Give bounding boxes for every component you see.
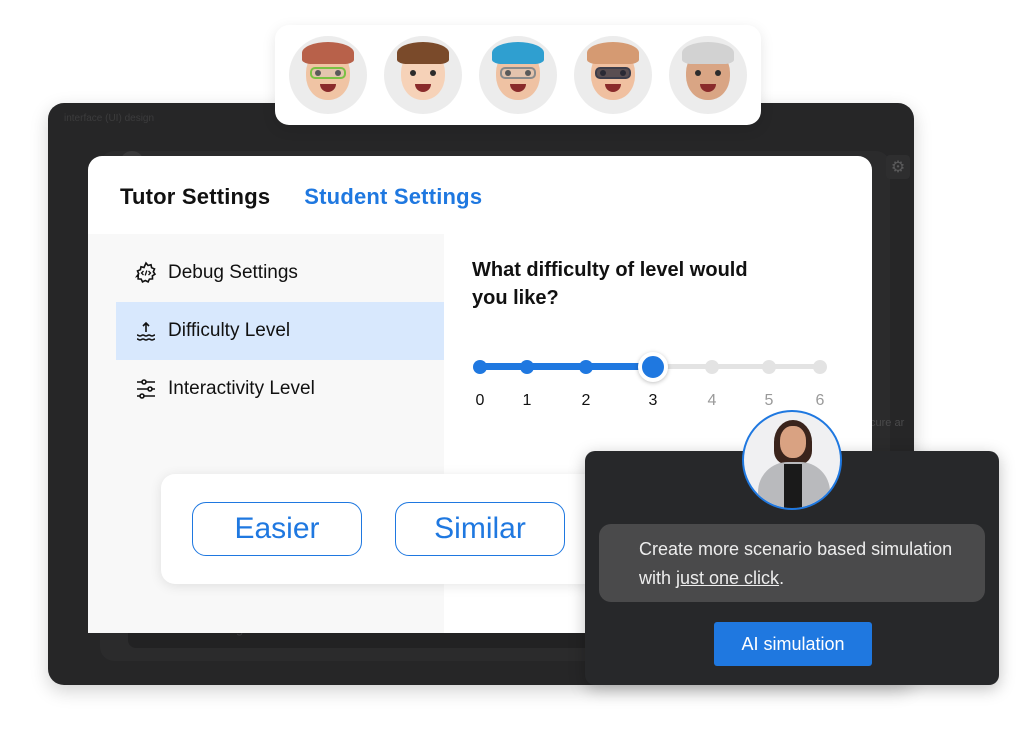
tutor-avatar — [742, 410, 842, 510]
sidebar-item-difficulty-level[interactable]: Difficulty Level — [116, 302, 444, 360]
avatar-mouth — [605, 84, 621, 92]
gear-icon[interactable]: ⚙ — [886, 155, 910, 179]
sidebar-item-debug-settings[interactable]: Debug Settings — [116, 244, 444, 302]
ai-text-after: . — [779, 568, 785, 588]
sidebar-item-label: Debug Settings — [168, 262, 298, 283]
debug-gear-icon — [134, 261, 158, 285]
avatar-mouth — [700, 84, 716, 92]
avatar-memoji-glasses-boy[interactable] — [289, 36, 367, 114]
slider-tick-label: 0 — [475, 392, 485, 409]
avatar-face — [492, 42, 544, 100]
ai-promo-text: Create more scenario based simulation wi… — [599, 524, 985, 602]
slider-track-fill — [480, 363, 653, 370]
difficulty-question: What difficulty of level would you like? — [472, 259, 748, 309]
avatar-hair — [492, 42, 544, 64]
avatar-glasses — [500, 67, 536, 79]
avatar-hair — [682, 42, 734, 64]
avatar-eyes — [410, 70, 436, 76]
just-one-click-link[interactable]: just one click — [676, 568, 779, 588]
slider-tick-label: 5 — [764, 392, 774, 409]
avatar-face — [587, 42, 639, 100]
avatar-mouth — [510, 84, 526, 92]
tab-tutor-settings[interactable]: Tutor Settings — [120, 184, 270, 210]
difficulty-choice-panel: Easier Similar — [161, 474, 601, 584]
avatar-memoji-hat-man[interactable] — [479, 36, 557, 114]
backdrop-text-snippet: cure ar — [870, 417, 905, 429]
slider-tick-1[interactable] — [520, 360, 534, 374]
difficulty-slider[interactable]: 0 1 2 3 4 5 6 — [472, 352, 827, 412]
avatar-hair — [397, 42, 449, 64]
easier-button[interactable]: Easier — [192, 502, 362, 556]
settings-tabs: Tutor Settings Student Settings — [120, 184, 482, 210]
avatar-face — [397, 42, 449, 100]
avatar-memoji-buns-girl[interactable] — [384, 36, 462, 114]
similar-button[interactable]: Similar — [395, 502, 565, 556]
slider-tick-4[interactable] — [705, 360, 719, 374]
slider-tick-label: 6 — [815, 392, 825, 409]
avatar-eyes — [695, 70, 721, 76]
tutor-face — [780, 426, 806, 458]
slider-tick-label: 4 — [707, 392, 717, 409]
slider-tick-0[interactable] — [473, 360, 487, 374]
sidebar-item-interactivity-level[interactable]: Interactivity Level — [116, 360, 444, 418]
ai-simulation-button[interactable]: AI simulation — [714, 622, 872, 666]
avatar-glasses — [595, 67, 631, 79]
avatar-memoji-beret-girl[interactable] — [669, 36, 747, 114]
avatar-hair — [587, 42, 639, 64]
slider-tick-label: 2 — [581, 392, 591, 409]
avatar-strip — [275, 25, 761, 125]
tutor-shirt — [784, 464, 802, 508]
sidebar-item-label: Interactivity Level — [168, 378, 315, 399]
slider-tick-6[interactable] — [813, 360, 827, 374]
avatar-face — [682, 42, 734, 100]
avatar-hair — [302, 42, 354, 64]
avatar-mouth — [320, 84, 336, 92]
sliders-icon — [134, 377, 158, 401]
avatar-glasses — [310, 67, 346, 79]
slider-thumb[interactable] — [638, 352, 668, 382]
avatar-memoji-sunglasses-woman[interactable] — [574, 36, 652, 114]
slider-tick-5[interactable] — [762, 360, 776, 374]
sidebar-item-label: Difficulty Level — [168, 320, 291, 341]
slider-tick-2[interactable] — [579, 360, 593, 374]
tab-student-settings[interactable]: Student Settings — [304, 184, 482, 210]
backdrop-title: interface (UI) design — [64, 113, 155, 124]
slider-tick-label: 1 — [522, 392, 532, 409]
slider-tick-label: 3 — [648, 392, 658, 409]
difficulty-up-icon — [134, 319, 158, 343]
avatar-mouth — [415, 84, 431, 92]
avatar-face — [302, 42, 354, 100]
